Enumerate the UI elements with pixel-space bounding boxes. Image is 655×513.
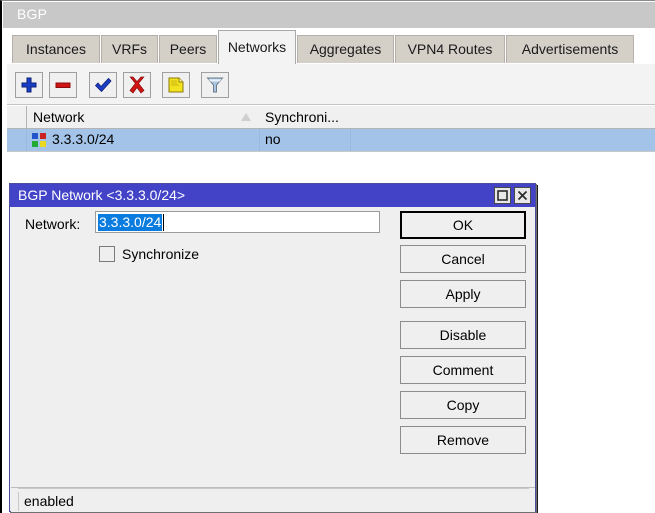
apply-button[interactable]: Apply	[400, 280, 526, 308]
note-icon	[166, 75, 189, 95]
statusbar-divider	[18, 488, 529, 489]
dialog-statusbar: enabled	[11, 487, 535, 512]
cell-blank	[350, 129, 655, 151]
table-empty-area	[7, 151, 655, 162]
column-header-label: Synchroni...	[265, 109, 339, 125]
cross-icon	[127, 75, 150, 95]
bgp-network-dialog: BGP Network <3.3.3.0/24> Network: 3.3.3.…	[9, 183, 536, 512]
filter-button[interactable]	[201, 72, 229, 98]
tab-vpn4-routes[interactable]: VPN4 Routes	[395, 35, 505, 63]
enable-button[interactable]	[89, 72, 117, 98]
close-icon[interactable]	[514, 187, 531, 204]
minus-icon	[53, 75, 76, 95]
disable-button[interactable]: Disable	[400, 321, 526, 349]
tab-networks[interactable]: Networks	[218, 30, 296, 64]
table-gutter-header	[7, 106, 27, 129]
maximize-icon[interactable]	[494, 187, 511, 204]
ok-button[interactable]: OK	[400, 211, 526, 239]
sort-ascending-icon	[241, 113, 251, 121]
plus-icon	[19, 75, 42, 95]
window-titlebar[interactable]: BGP	[7, 2, 655, 28]
network-label: Network:	[25, 216, 80, 232]
networks-table: Network Synchroni... 3.3.3.0/24no	[7, 106, 655, 162]
cancel-button[interactable]: Cancel	[400, 245, 526, 273]
column-header-synchroni[interactable]: Synchroni...	[259, 106, 351, 129]
remove-button[interactable]: Remove	[400, 426, 526, 454]
comment-button[interactable]	[162, 72, 190, 98]
cell-synchronize: no	[259, 129, 351, 151]
disable-button[interactable]	[123, 72, 151, 98]
tab-aggregates[interactable]: Aggregates	[297, 35, 394, 63]
check-icon	[93, 75, 116, 95]
window-title: BGP	[17, 6, 47, 22]
column-header-blank[interactable]	[350, 106, 655, 129]
table-row[interactable]: 3.3.3.0/24no	[7, 129, 655, 151]
network-input[interactable]: 3.3.3.0/24	[95, 211, 380, 233]
funnel-icon	[205, 75, 228, 95]
synchronize-checkbox[interactable]	[99, 246, 115, 262]
dialog-title: BGP Network <3.3.3.0/24>	[18, 187, 185, 203]
statusbar-field: enabled	[18, 492, 529, 511]
copy-button[interactable]: Copy	[400, 391, 526, 419]
row-gutter	[7, 129, 27, 151]
column-header-label: Network	[33, 109, 84, 125]
tab-instances[interactable]: Instances	[12, 35, 100, 63]
synchronize-label: Synchronize	[122, 245, 199, 264]
bgp-window: BGP InstancesVRFsPeersNetworksAggregates…	[0, 0, 655, 513]
dialog-titlebar[interactable]: BGP Network <3.3.3.0/24>	[10, 184, 535, 207]
comment-button[interactable]: Comment	[400, 356, 526, 384]
toolbar	[7, 65, 655, 105]
tab-vrfs[interactable]: VRFs	[101, 35, 158, 63]
status-text: enabled	[24, 492, 74, 510]
dialog-body: Network: 3.3.3.0/24 Synchronize OK Cancel…	[11, 207, 535, 487]
network-input-value: 3.3.3.0/24	[98, 214, 162, 231]
cell-network: 3.3.3.0/24	[27, 129, 260, 151]
network-status-icon	[32, 133, 46, 147]
tab-bar: InstancesVRFsPeersNetworksAggregatesVPN4…	[7, 28, 655, 65]
text-caret	[163, 214, 164, 231]
remove-button[interactable]	[49, 72, 77, 98]
add-button[interactable]	[15, 72, 43, 98]
tab-peers[interactable]: Peers	[159, 35, 217, 63]
column-header-network[interactable]: Network	[27, 106, 260, 129]
tab-advertisements[interactable]: Advertisements	[506, 35, 634, 63]
